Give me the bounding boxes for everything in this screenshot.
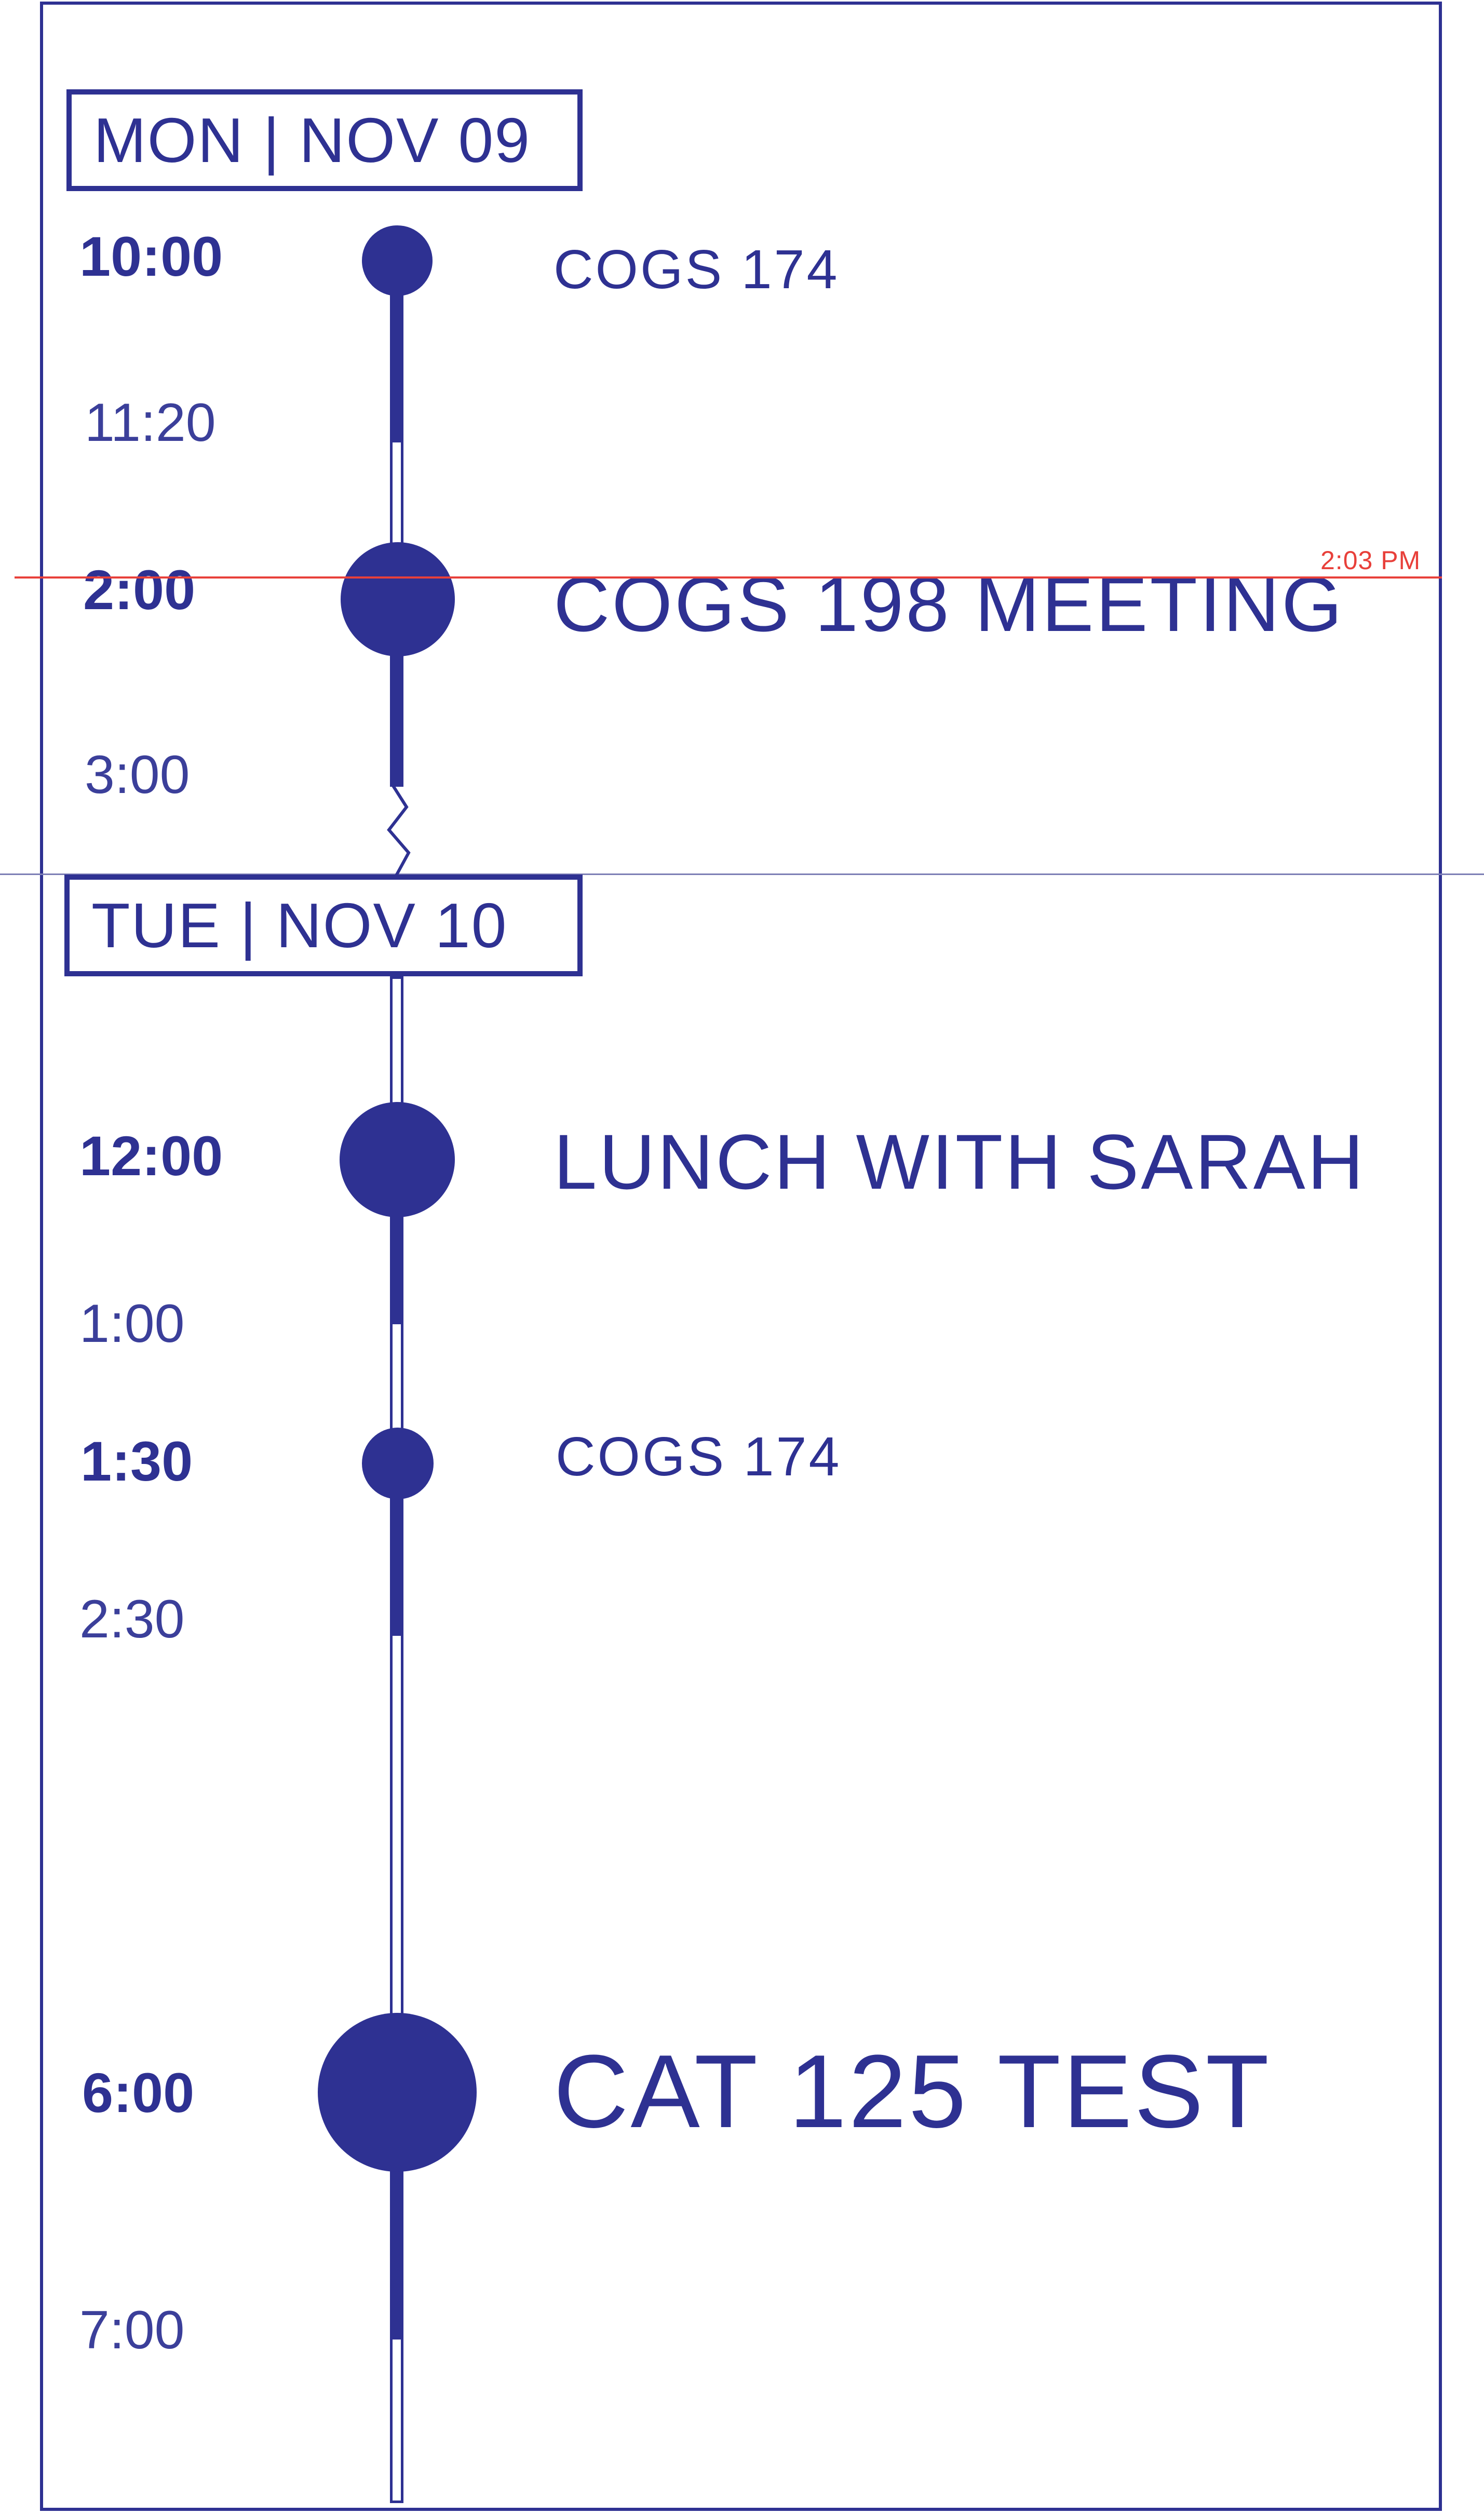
event-end-time: 3:00 [85,745,190,805]
event-end-time: 2:30 [79,1589,185,1649]
day-header-tue[interactable]: TUE | NOV 10 [64,875,583,976]
event-marker-dot[interactable] [362,1428,434,1499]
free-time-bar [390,2337,403,2503]
event-start-time: 1:30 [80,1430,193,1493]
day-header-label: TUE | NOV 10 [91,890,508,961]
event-duration-bar [390,654,403,787]
event-duration-bar [390,1498,403,1633]
free-time-bar [390,440,403,554]
event-title[interactable]: LUNCH WITH SARAH [554,1123,1366,1201]
event-start-time: 6:00 [82,2061,195,2124]
event-end-time: 11:20 [85,393,216,453]
day-header-mon[interactable]: MON | NOV 09 [66,89,583,191]
event-start-time: 10:00 [79,225,223,288]
current-time-line [15,576,1442,579]
event-end-time: 1:00 [79,1294,185,1354]
free-time-bar [390,976,403,1106]
event-duration-bar [390,2160,403,2337]
event-marker-dot[interactable] [362,225,433,296]
event-marker-dot[interactable] [341,542,455,656]
event-start-time: 2:00 [83,558,196,621]
day-header-label: MON | NOV 09 [93,105,531,176]
event-title[interactable]: COGS 174 [554,242,839,297]
event-marker-dot[interactable] [318,2013,477,2172]
current-time-label: 2:03 PM [1320,546,1421,575]
event-duration-bar [390,1215,403,1322]
event-start-time: 12:00 [79,1124,223,1187]
event-title[interactable]: COGS 174 [556,1429,841,1484]
day-break-icon [387,784,411,877]
event-marker-dot[interactable] [340,1102,455,1217]
event-end-time: 7:00 [79,2300,185,2360]
event-title[interactable]: CAT 125 TEST [554,2040,1271,2144]
event-duration-bar [390,286,403,440]
free-time-bar [390,1633,403,2018]
free-time-bar [390,1322,403,1436]
